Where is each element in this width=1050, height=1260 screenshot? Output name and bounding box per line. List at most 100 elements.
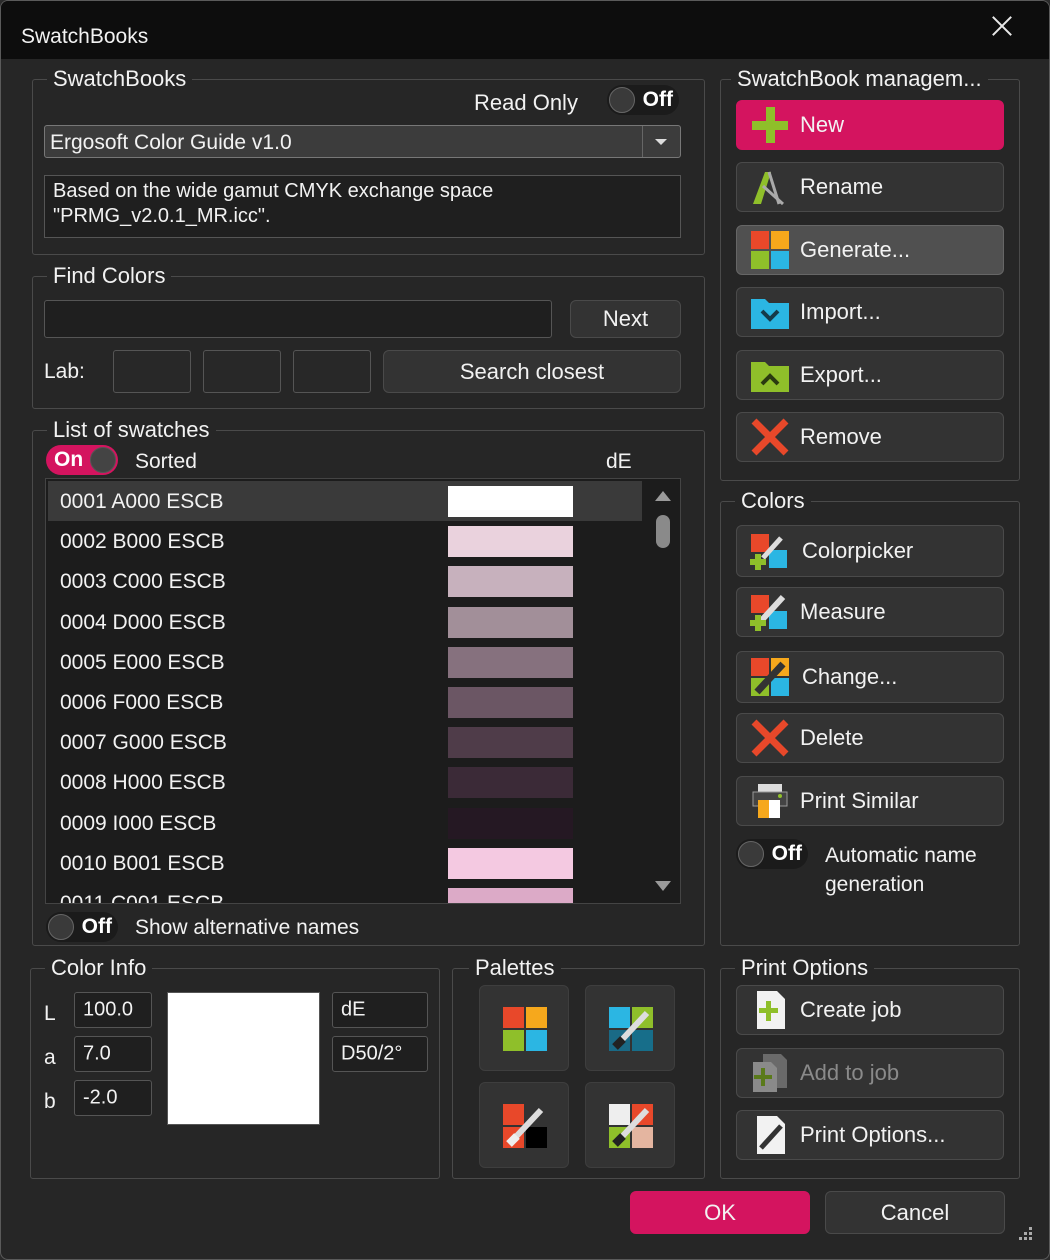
lab-l-input[interactable] <box>113 350 191 393</box>
new-button[interactable]: New <box>736 100 1004 150</box>
swatch-row[interactable]: 0007 G000 ESCB <box>48 722 642 762</box>
resize-grip-icon[interactable] <box>1015 1225 1035 1245</box>
lab-b-input[interactable] <box>293 350 371 393</box>
de-field[interactable]: dE <box>332 992 428 1028</box>
alt-names-label: Show alternative names <box>135 916 360 939</box>
scroll-down-icon[interactable] <box>655 881 671 891</box>
close-icon[interactable] <box>985 9 1019 43</box>
cancel-button[interactable]: Cancel <box>825 1191 1005 1234</box>
sorted-toggle[interactable]: On <box>46 445 118 475</box>
swatch-row[interactable]: 0002 B000 ESCB <box>48 521 642 561</box>
color-preview <box>167 992 320 1125</box>
swatch-name: 0011 C001 ESCB <box>60 892 225 904</box>
a-label: a <box>44 1046 56 1069</box>
auto-name-label-line-1: Automatic name <box>825 844 977 867</box>
swatch-row[interactable]: 0005 E000 ESCB <box>48 642 642 682</box>
colorpicker-button[interactable]: Colorpicker <box>736 525 1004 577</box>
swatch-color-chip <box>448 767 573 799</box>
swatch-name: 0001 A000 ESCB <box>60 490 224 513</box>
generate-button[interactable]: Generate... <box>736 225 1004 275</box>
swatch-row[interactable]: 0009 I000 ESCB <box>48 803 642 843</box>
toggle-knob <box>48 914 74 940</box>
swatch-color-chip <box>448 687 573 718</box>
swatch-name: 0008 H000 ESCB <box>60 771 226 795</box>
a-value-field[interactable]: 7.0 <box>74 1036 152 1072</box>
swatch-row[interactable]: 0008 H000 ESCB <box>48 762 642 802</box>
find-colors-input[interactable] <box>44 300 552 338</box>
rename-button[interactable]: Rename <box>736 162 1004 212</box>
swatchbook-dropdown-value: Ergosoft Color Guide v1.0 <box>50 131 292 154</box>
l-value-field[interactable]: 100.0 <box>74 992 152 1028</box>
palette-pick-red-button[interactable] <box>479 1082 569 1168</box>
swatch-row[interactable]: 0011 C001 ESCB <box>48 883 642 904</box>
scroll-thumb[interactable] <box>656 515 670 548</box>
colorpicker-icon <box>750 534 787 570</box>
lab-a-input[interactable] <box>203 350 281 393</box>
description-line-2: "PRMG_v2.0.1_MR.icc". <box>53 205 271 227</box>
illuminant-field[interactable]: D50/2° <box>332 1036 428 1072</box>
next-button[interactable]: Next <box>570 300 681 338</box>
swatchbooks-group-label: SwatchBooks <box>47 66 193 92</box>
palette-grid-icon <box>751 231 789 269</box>
find-colors-group-label: Find Colors <box>47 263 172 289</box>
swatch-list[interactable]: 0001 A000 ESCB 0002 B000 ESCB 0003 C000 ES… <box>45 478 681 904</box>
change-button[interactable]: Change... <box>736 651 1004 703</box>
change-button-label: Change... <box>802 664 898 689</box>
print-options-button[interactable]: Print Options... <box>736 1110 1004 1160</box>
add-to-job-icon <box>753 1054 787 1092</box>
print-similar-button-label: Print Similar <box>800 788 919 813</box>
swatch-list-scrollbar[interactable] <box>646 479 680 903</box>
b-label: b <box>44 1090 56 1113</box>
add-to-job-button-label: Add to job <box>800 1060 900 1085</box>
palette-generate-button[interactable] <box>479 985 569 1071</box>
generate-button-label: Generate... <box>800 237 911 262</box>
swatch-row[interactable]: 0010 B001 ESCB <box>48 843 642 883</box>
read-only-toggle[interactable]: Off <box>607 85 679 115</box>
toggle-knob <box>609 87 635 113</box>
export-button[interactable]: Export... <box>736 350 1004 400</box>
swatch-row[interactable]: 0001 A000 ESCB <box>48 481 642 521</box>
swatch-color-chip <box>448 646 573 678</box>
chevron-down-icon <box>655 139 667 145</box>
swatchbook-dropdown[interactable]: Ergosoft Color Guide v1.0 <box>44 125 681 158</box>
import-button[interactable]: Import... <box>736 287 1004 337</box>
measure-icon <box>750 594 787 631</box>
b-value: -2.0 <box>83 1086 118 1109</box>
ok-button[interactable]: OK <box>630 1191 810 1234</box>
search-closest-button[interactable]: Search closest <box>383 350 681 393</box>
add-to-job-button[interactable]: Add to job <box>736 1048 1004 1098</box>
delete-button[interactable]: Delete <box>736 713 1004 763</box>
management-group-label: SwatchBook managem... <box>731 66 988 92</box>
swatch-row[interactable]: 0004 D000 ESCB <box>48 602 642 642</box>
remove-x-icon <box>751 418 789 456</box>
palettes-group-label: Palettes <box>469 955 561 981</box>
swatch-color-chip <box>448 566 573 598</box>
folder-export-icon <box>751 362 789 392</box>
swatch-color-chip <box>448 606 573 638</box>
palette-pick-blue-button[interactable] <box>585 985 675 1071</box>
cancel-button-label: Cancel <box>880 1199 950 1225</box>
dropdown-divider <box>642 126 643 157</box>
palette-pick-mixed-button[interactable] <box>585 1082 675 1168</box>
measure-button[interactable]: Measure <box>736 587 1004 637</box>
remove-button[interactable]: Remove <box>736 412 1004 462</box>
toggle-knob <box>738 841 764 867</box>
swatch-row[interactable]: 0006 F000 ESCB <box>48 682 642 722</box>
a-value: 7.0 <box>83 1042 111 1065</box>
description-textarea[interactable]: Based on the wide gamut CMYK exchange sp… <box>44 175 681 238</box>
alt-names-toggle[interactable]: Off <box>46 912 118 942</box>
color-info-group-label: Color Info <box>45 955 153 981</box>
swatch-row[interactable]: 0003 C000 ESCB <box>48 561 642 601</box>
print-similar-button[interactable]: Print Similar <box>736 776 1004 826</box>
change-color-icon <box>751 658 789 696</box>
auto-name-toggle[interactable]: Off <box>736 839 808 869</box>
scroll-up-icon[interactable] <box>655 491 671 501</box>
plus-icon <box>752 107 788 143</box>
swatch-name: 0005 E000 ESCB <box>60 650 225 674</box>
create-job-button-label: Create job <box>800 997 902 1022</box>
create-job-button[interactable]: Create job <box>736 985 1004 1035</box>
b-value-field[interactable]: -2.0 <box>74 1080 152 1116</box>
title-bar: SwatchBooks <box>1 1 1049 59</box>
description-line-1: Based on the wide gamut CMYK exchange sp… <box>53 180 494 202</box>
swatch-color-chip <box>448 727 573 759</box>
